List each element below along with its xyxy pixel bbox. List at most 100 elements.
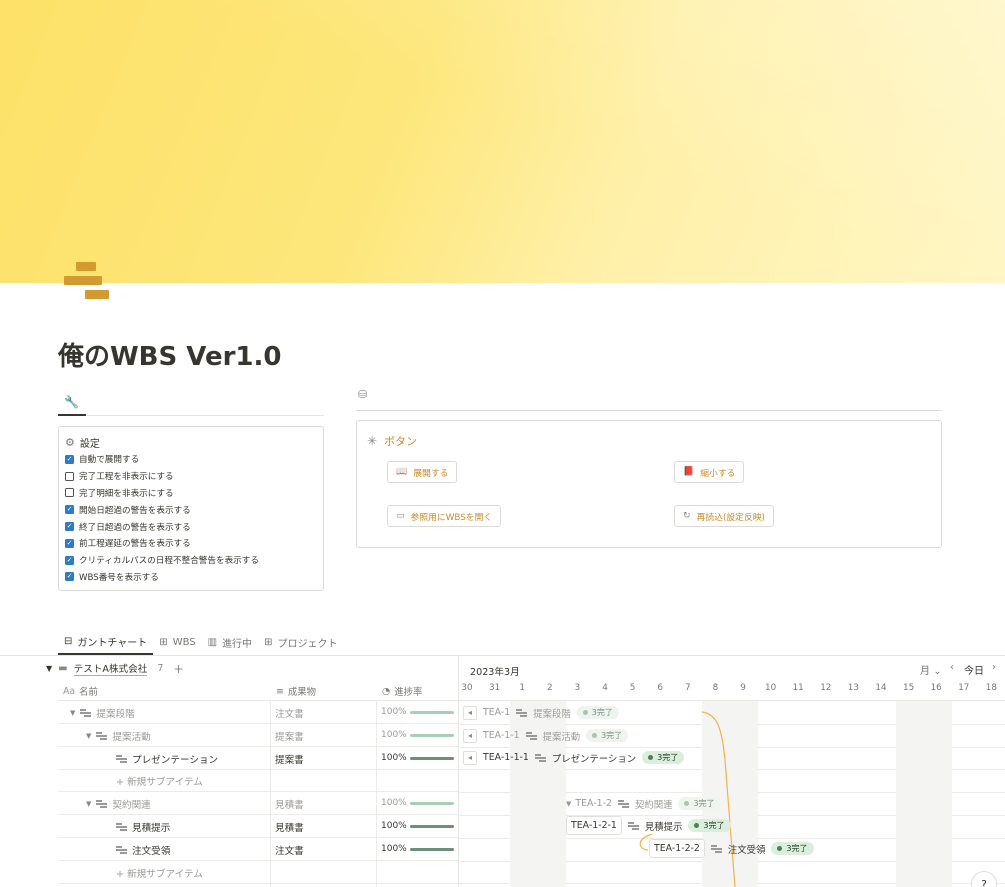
formula-icon: ◔ xyxy=(382,685,391,697)
table-row[interactable]: 注文受領 注文書 100% xyxy=(58,838,458,861)
checkbox[interactable]: ✓ xyxy=(65,505,74,515)
status-badge-label: 3完了 xyxy=(591,708,613,717)
settings-option[interactable]: 完了明細を非表示にする xyxy=(65,485,317,502)
row-name[interactable]: 提案活動 xyxy=(112,729,150,743)
table-row[interactable]: ▼ 提案活動 提案書 100% xyxy=(58,724,458,747)
status-badge: 3完了 xyxy=(678,797,721,810)
day-label: 15 xyxy=(902,683,915,693)
settings-heading-label: 設定 xyxy=(79,438,100,450)
scale-dropdown-label: 月 xyxy=(920,666,930,677)
table-row[interactable]: + 新規サブアイテム xyxy=(58,769,458,793)
button-panel-title-label: ボタン xyxy=(384,435,418,448)
collapse-button[interactable]: 📕 縮小する xyxy=(674,461,745,483)
settings-option[interactable]: ✓ クリティカルパスの日程不整合警告を表示する xyxy=(65,552,317,569)
group-name[interactable]: テストA株式会社 xyxy=(73,661,148,676)
expand-triangle-icon[interactable]: ▼ xyxy=(86,800,91,808)
row-name[interactable]: 見積提示 xyxy=(132,820,170,834)
table-row[interactable]: プレゼンテーション 提案書 100% xyxy=(58,747,458,770)
scroll-to-bar-icon[interactable]: ◂ xyxy=(463,728,477,743)
wbs-number: TEA-1-1-1 xyxy=(483,752,529,763)
row-name[interactable]: 注文受領 xyxy=(132,843,170,857)
settings-option[interactable]: ✓ 自動で展開する xyxy=(65,451,317,468)
column-header-progress[interactable]: ◔ 進捗率 xyxy=(382,682,422,700)
gantt-bar[interactable]: ◂ TEA-1 提案段階 3完了 xyxy=(463,703,619,722)
table-row[interactable]: ▼ 契約関連 見積書 100% xyxy=(58,792,458,816)
tab-in-progress[interactable]: ▥ 進行中 xyxy=(202,630,258,655)
gantt-bar[interactable]: TEA-1-2-2 注文受領 3完了 xyxy=(649,839,814,858)
row-progress: 100% xyxy=(381,798,407,809)
checkbox[interactable]: ✓ xyxy=(65,555,74,565)
row-name[interactable]: 提案段階 xyxy=(96,706,134,720)
settings-option[interactable]: ✓ WBS番号を表示する xyxy=(65,569,317,586)
settings-tab[interactable]: 🔧 xyxy=(58,391,86,416)
prev-icon[interactable]: ‹ xyxy=(950,662,954,673)
status-badge-label: 3完了 xyxy=(657,753,679,762)
gantt-bar-box[interactable]: TEA-1-2-1 xyxy=(566,816,622,835)
help-button[interactable]: ? xyxy=(971,871,997,887)
book-icon: 📕 xyxy=(683,467,695,477)
table-row[interactable]: + 新規サブアイテム xyxy=(58,861,458,884)
gantt-bar-name: 提案活動 xyxy=(542,731,581,743)
expand-triangle-icon[interactable]: ▼ xyxy=(70,709,75,717)
table-row[interactable]: ▼ 提案段階 注文書 100% xyxy=(58,701,458,724)
open-wbs-button-label: 参照用にWBSを開く xyxy=(410,512,493,523)
gantt-bar-box[interactable]: TEA-1-2-2 xyxy=(649,839,705,858)
column-header-name[interactable]: Aa 名前 xyxy=(63,682,98,700)
expand-triangle-icon[interactable]: ▼ xyxy=(86,732,91,740)
task-icon xyxy=(96,731,108,740)
reload-button[interactable]: ↻ 再読込(設定反映) xyxy=(674,505,774,527)
settings-gear-icon: ⚙ xyxy=(65,435,75,449)
day-label: 12 xyxy=(820,683,832,693)
tab-wbs[interactable]: ⊞ WBS xyxy=(153,630,201,655)
settings-option[interactable]: 完了工程を非表示にする xyxy=(65,468,317,485)
settings-option-label: 完了明細を非表示にする xyxy=(79,488,174,499)
today-button[interactable]: 今日 xyxy=(964,662,984,677)
checkbox[interactable] xyxy=(65,488,74,498)
gantt-page-icon[interactable] xyxy=(64,262,110,300)
new-subitem-button[interactable]: + 新規サブアイテム xyxy=(116,866,203,880)
task-icon xyxy=(627,821,639,830)
page-title: 俺のWBS Ver1.0 xyxy=(58,342,282,372)
open-wbs-button[interactable]: ▭ 参照用にWBSを開く xyxy=(387,505,502,527)
folder-icon: ▬ xyxy=(58,663,68,674)
gantt-bar-name: 見積提示 xyxy=(644,821,683,833)
next-icon[interactable]: › xyxy=(992,662,996,673)
checkbox[interactable] xyxy=(65,471,74,481)
gantt-bar[interactable]: ◂ TEA-1-1 提案活動 3完了 xyxy=(463,726,629,745)
settings-option[interactable]: ✓ 開始日超過の警告を表示する xyxy=(65,501,317,518)
gantt-bar[interactable]: ◂ TEA-1-1-1 プレゼンテーション 3完了 xyxy=(463,748,685,767)
checkbox[interactable]: ✓ xyxy=(65,454,74,464)
settings-option[interactable]: ✓ 終了日超過の警告を表示する xyxy=(65,518,317,535)
tab-project[interactable]: ⊞ プロジェクト xyxy=(258,630,343,655)
gantt-bar-name: プレゼンテーション xyxy=(551,753,637,765)
row-name[interactable]: 契約関連 xyxy=(112,797,150,811)
tab-gantt[interactable]: ⊟ ガントチャート xyxy=(58,630,154,655)
table-row[interactable]: 見積提示 見積書 100% xyxy=(58,815,458,838)
scroll-to-bar-icon[interactable]: ◂ xyxy=(463,750,477,765)
group-header[interactable]: ▼ ▬ テストA株式会社 7 + xyxy=(46,661,184,676)
new-subitem-button[interactable]: + 新規サブアイテム xyxy=(116,774,203,788)
scale-dropdown[interactable]: 月 ⌄ xyxy=(920,662,942,677)
column-header-name-label: 名前 xyxy=(79,687,98,698)
scroll-to-bar-icon[interactable]: ◂ xyxy=(463,705,477,720)
expand-button[interactable]: 📖 展開する xyxy=(387,461,458,483)
day-label: 8 xyxy=(712,683,719,693)
gantt-bar[interactable]: TEA-1-2-1 見積提示 3完了 xyxy=(566,816,731,835)
day-label: 13 xyxy=(847,683,859,693)
expand-triangle-icon[interactable]: ▼ xyxy=(566,800,571,808)
gantt-bar[interactable]: ▼ TEA-1-2 契約関連 3完了 xyxy=(566,794,721,813)
day-label: 6 xyxy=(657,683,663,693)
cover-image[interactable] xyxy=(0,0,1005,283)
text-type-icon: Aa xyxy=(63,685,76,697)
add-icon[interactable]: + xyxy=(173,662,183,676)
day-label: 14 xyxy=(875,683,887,693)
checkbox[interactable]: ✓ xyxy=(65,572,74,582)
row-deliverable: 見積書 xyxy=(275,823,304,834)
column-header-deliverable[interactable]: ≡ 成果物 xyxy=(276,682,316,700)
row-name[interactable]: プレゼンテーション xyxy=(132,752,218,766)
button-panel: ✳ ボタン 📖 展開する 📕 縮小する ▭ 参照用にWBSを開く ↻ 再読込(設定反映) xyxy=(356,420,942,548)
settings-option[interactable]: ✓ 前工程遅延の警告を表示する xyxy=(65,535,317,552)
checkbox[interactable]: ✓ xyxy=(65,538,74,548)
checkbox[interactable]: ✓ xyxy=(65,522,74,532)
collapse-triangle-icon[interactable]: ▼ xyxy=(46,664,52,673)
